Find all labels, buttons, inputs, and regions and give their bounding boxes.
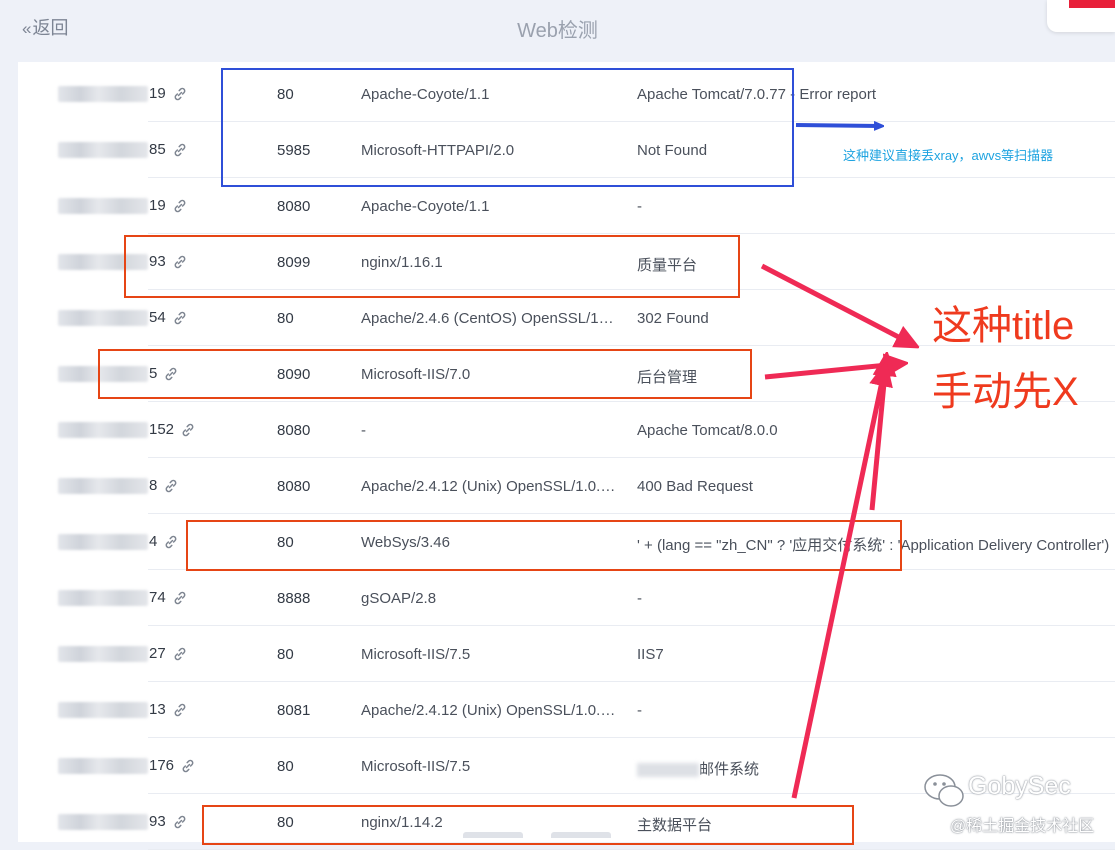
bottom-handle [551, 832, 611, 838]
bottom-handle [463, 832, 523, 838]
annotation-note-blue: 这种建议直接丢xray，awvs等扫描器 [843, 148, 1054, 163]
annotation-note-red-line2: 手动先X [932, 370, 1079, 414]
red-arrow-1 [760, 263, 910, 343]
annotation-note-red-line1: 这种title [932, 304, 1075, 348]
annotation-arrows [760, 0, 1115, 799]
blue-arrow [795, 125, 880, 126]
watermark-site: @稀土掘金技术社区 [950, 818, 1095, 835]
red-arrow-2 [764, 364, 898, 380]
watermark-brand: GobySec [968, 772, 1071, 800]
red-arrow-4 [791, 372, 884, 799]
